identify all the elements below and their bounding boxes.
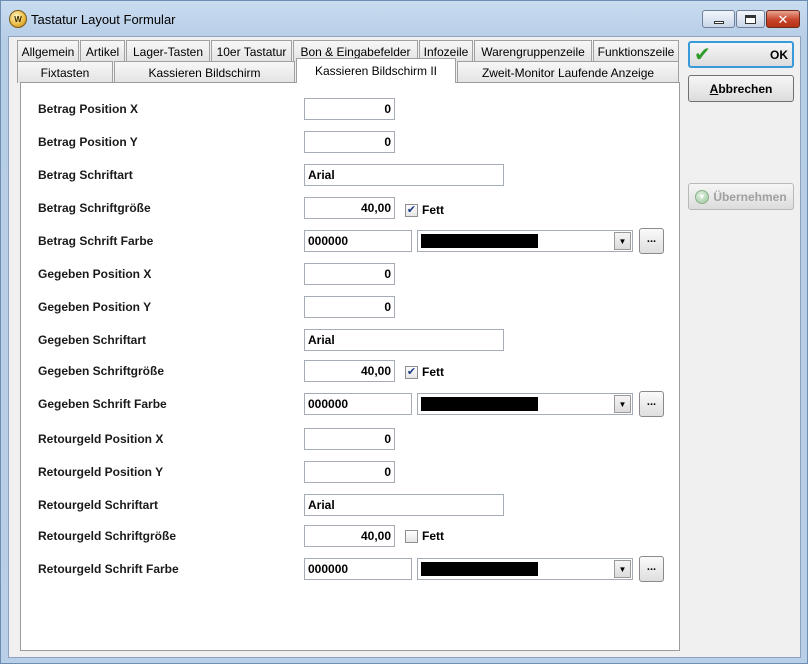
retourgeld-color-select[interactable]: ▼ [417,558,633,580]
ok-label: OK [770,47,788,62]
chevron-down-icon[interactable]: ▼ [614,232,631,250]
retourgeld-color-picker-button[interactable]: ... [639,556,664,582]
betrag-bold-checkbox[interactable]: ✔ [405,204,418,217]
tab-allgemein[interactable]: Allgemein [17,40,79,62]
betrag-size-label: Betrag Schriftgröße [38,201,151,215]
color-swatch [421,562,538,576]
betrag-size-input[interactable]: 40,00 [304,197,395,219]
gegeben-font-input[interactable]: Arial [304,329,504,351]
retourgeld-color-input[interactable]: 000000 [304,558,412,580]
tab-zweit-monitor[interactable]: Zweit-Monitor Laufende Anzeige [457,61,679,83]
gegeben-size-label: Gegeben Schriftgröße [38,364,165,378]
betrag-pos-x-input[interactable]: 0 [304,98,395,120]
color-swatch [421,234,538,248]
gegeben-color-input[interactable]: 000000 [304,393,412,415]
cancel-mnemonic: A [709,81,719,96]
close-button[interactable]: ✕ [766,10,800,28]
retourgeld-bold-label: Fett [422,529,444,543]
gegeben-pos-y-input[interactable]: 0 [304,296,395,318]
dialog-body: Allgemein Artikel Lager-Tasten 10er Tast… [8,36,801,658]
gegeben-pos-y-label: Gegeben Position Y [38,300,152,314]
tab-lager-tasten[interactable]: Lager-Tasten [126,40,210,62]
window: W Tastatur Layout Formular ✕ Allgemein A… [0,0,808,664]
tab-fixtasten[interactable]: Fixtasten [17,61,113,83]
retourgeld-size-label: Retourgeld Schriftgröße [38,529,177,543]
betrag-pos-y-input[interactable]: 0 [304,131,395,153]
retourgeld-pos-y-input[interactable]: 0 [304,461,395,483]
gegeben-font-label: Gegeben Schriftart [38,333,147,347]
cancel-button[interactable]: Abbrechen [688,75,794,102]
cancel-label: bbrechen [718,81,773,96]
tab-panel: Betrag Position X 0 Betrag Position Y 0 … [20,82,680,651]
retourgeld-pos-x-input[interactable]: 0 [304,428,395,450]
color-swatch [421,397,538,411]
tab-warengruppenzeile[interactable]: Warengruppenzeile [474,40,592,62]
title-bar: W Tastatur Layout Formular ✕ [1,1,807,37]
betrag-color-input[interactable]: 000000 [304,230,412,252]
gegeben-pos-x-input[interactable]: 0 [304,263,395,285]
betrag-color-picker-button[interactable]: ... [639,228,664,254]
gegeben-color-select[interactable]: ▼ [417,393,633,415]
retourgeld-font-label: Retourgeld Schriftart [38,498,159,512]
gegeben-color-picker-button[interactable]: ... [639,391,664,417]
minimize-icon [713,20,724,24]
betrag-font-label: Betrag Schriftart [38,168,133,182]
chevron-down-icon[interactable]: ▼ [614,395,631,413]
tab-10er-tastatur[interactable]: 10er Tastatur [211,40,292,62]
window-title: Tastatur Layout Formular [31,12,176,27]
gegeben-color-label: Gegeben Schrift Farbe [38,397,167,411]
apply-label: Übernehmen [713,189,787,204]
tab-kassieren-bildschirm[interactable]: Kassieren Bildschirm [114,61,295,83]
tab-funktionszeile[interactable]: Funktionszeile [593,40,679,62]
chevron-down-icon[interactable]: ▼ [614,560,631,578]
gegeben-bold-checkbox[interactable]: ✔ [405,366,418,379]
apply-button[interactable]: ▼ Übernehmen [688,183,794,210]
checkmark-icon: ✔ [406,204,417,216]
retourgeld-pos-y-label: Retourgeld Position Y [38,465,164,479]
retourgeld-font-input[interactable]: Arial [304,494,504,516]
retourgeld-bold-checkbox[interactable] [405,530,418,543]
gegeben-size-input[interactable]: 40,00 [304,360,395,382]
maximize-icon [745,14,756,24]
betrag-color-label: Betrag Schrift Farbe [38,234,154,248]
minimize-button[interactable] [702,10,735,28]
tab-artikel[interactable]: Artikel [80,40,125,62]
betrag-pos-x-label: Betrag Position X [38,102,139,116]
retourgeld-pos-x-label: Retourgeld Position X [38,432,164,446]
ok-button[interactable]: ✔ OK [688,41,794,68]
retourgeld-size-input[interactable]: 40,00 [304,525,395,547]
betrag-color-select[interactable]: ▼ [417,230,633,252]
gegeben-pos-x-label: Gegeben Position X [38,267,152,281]
close-icon: ✕ [777,11,789,27]
betrag-bold-label: Fett [422,203,444,217]
checkmark-icon: ✔ [406,366,417,378]
app-logo-icon: W [9,10,27,28]
apply-icon: ▼ [695,190,709,204]
checkmark-icon: ✔ [694,44,711,66]
tab-kassieren-bildschirm-ii[interactable]: Kassieren Bildschirm II [296,58,456,83]
betrag-font-input[interactable]: Arial [304,164,504,186]
retourgeld-color-label: Retourgeld Schrift Farbe [38,562,179,576]
gegeben-bold-label: Fett [422,365,444,379]
maximize-button[interactable] [736,10,765,28]
betrag-pos-y-label: Betrag Position Y [38,135,138,149]
